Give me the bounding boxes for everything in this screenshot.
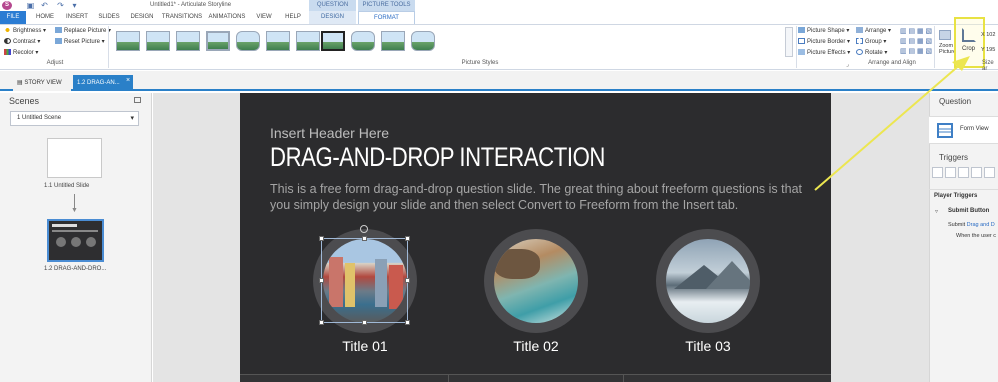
annotation-arrow: [814, 56, 970, 191]
